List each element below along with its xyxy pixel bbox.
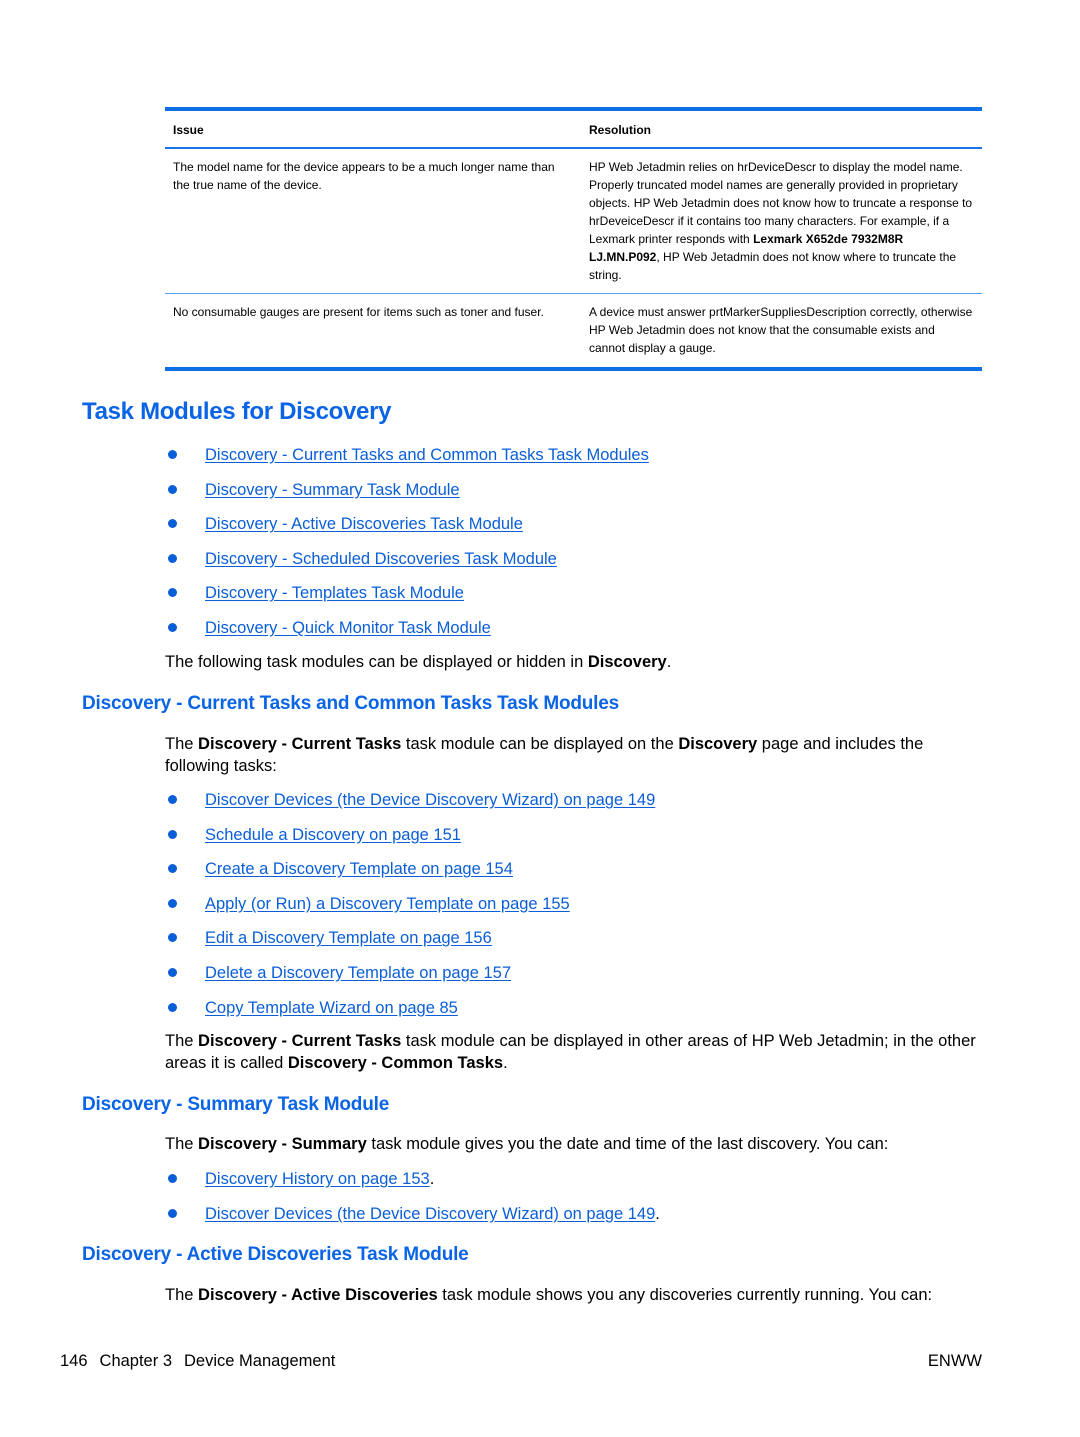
summary-link-list: Discovery History on page 153. Discover …: [165, 1168, 660, 1237]
bold-term: Discovery - Current Tasks: [198, 735, 402, 753]
table-row: The model name for the device appears to…: [165, 148, 982, 294]
list-item: Delete a Discovery Template on page 157: [165, 962, 655, 997]
bullet-icon: [168, 898, 177, 908]
paragraph-current-tasks-outro: The Discovery - Current Tasks task modul…: [165, 1030, 985, 1074]
paragraph-summary-intro: The Discovery - Summary task module give…: [165, 1133, 985, 1155]
bullet-icon: [168, 484, 177, 494]
list-item: Copy Template Wizard on page 85: [165, 997, 655, 1032]
text: The following task modules can be displa…: [165, 653, 588, 671]
link-discover-devices[interactable]: Discover Devices (the Device Discovery W…: [205, 791, 655, 809]
list-item: Discovery - Scheduled Discoveries Task M…: [165, 548, 649, 583]
link-create-template[interactable]: Create a Discovery Template on page 154: [205, 860, 513, 878]
bullet-icon: [168, 450, 177, 459]
text: task module can be displayed on the: [401, 735, 679, 753]
link-discovery-history[interactable]: Discovery History on page 153: [205, 1170, 430, 1188]
link-discover-devices[interactable]: Discover Devices (the Device Discovery W…: [205, 1205, 655, 1223]
text: The: [165, 1135, 199, 1153]
link-summary-module[interactable]: Discovery - Summary Task Module: [205, 481, 460, 499]
chapter-label: Chapter 3: [99, 1352, 172, 1370]
bold-term: Discovery - Active Discoveries: [198, 1286, 438, 1304]
list-item: Discovery - Templates Task Module: [165, 582, 649, 617]
link-apply-template[interactable]: Apply (or Run) a Discovery Template on p…: [205, 895, 570, 913]
link-current-tasks-module[interactable]: Discovery - Current Tasks and Common Tas…: [205, 446, 649, 464]
table-row: No consumable gauges are present for ite…: [165, 293, 982, 369]
bullet-icon: [168, 553, 177, 563]
paragraph-display-hidden: The following task modules can be displa…: [165, 651, 985, 673]
link-copy-template-wizard[interactable]: Copy Template Wizard on page 85: [205, 999, 458, 1017]
list-item: Schedule a Discovery on page 151: [165, 824, 655, 859]
list-item: Create a Discovery Template on page 154: [165, 858, 655, 893]
bullet-icon: [168, 1208, 177, 1218]
link-delete-template[interactable]: Delete a Discovery Template on page 157: [205, 964, 511, 982]
section-heading-task-modules: Task Modules for Discovery: [82, 398, 392, 425]
list-item: Discovery - Active Discoveries Task Modu…: [165, 513, 649, 548]
paragraph-current-tasks-intro: The Discovery - Current Tasks task modul…: [165, 733, 985, 777]
bold-term: Discovery: [587, 653, 667, 671]
issue-resolution-table: Issue Resolution The model name for the …: [165, 107, 982, 371]
bullet-icon: [168, 864, 177, 874]
list-item: Discovery History on page 153.: [165, 1168, 660, 1203]
text: .: [429, 1170, 435, 1188]
footer-left: 146 Chapter 3 Device Management: [60, 1350, 347, 1372]
text: The: [165, 735, 199, 753]
bullet-icon: [168, 622, 177, 632]
bullet-icon: [168, 967, 177, 977]
section-heading-current-tasks: Discovery - Current Tasks and Common Tas…: [82, 693, 619, 714]
list-item: Discover Devices (the Device Discovery W…: [165, 789, 655, 824]
text: task module shows you any discoveries cu…: [437, 1286, 933, 1304]
chapter-title: Device Management: [184, 1352, 336, 1370]
list-item: Discovery - Summary Task Module: [165, 479, 649, 514]
link-schedule-discovery[interactable]: Schedule a Discovery on page 151: [205, 826, 461, 844]
bullet-icon: [168, 829, 177, 839]
text: .: [666, 653, 672, 671]
text: task module gives you the date and time …: [366, 1135, 889, 1153]
link-quick-monitor-module[interactable]: Discovery - Quick Monitor Task Module: [205, 619, 491, 637]
bullet-icon: [168, 1002, 177, 1012]
text: .: [503, 1054, 508, 1072]
bullet-icon: [168, 1174, 177, 1183]
list-item: Edit a Discovery Template on page 156: [165, 927, 655, 962]
bullet-icon: [168, 519, 177, 529]
section-heading-summary: Discovery - Summary Task Module: [82, 1094, 390, 1115]
resolution-cell: HP Web Jetadmin relies on hrDeviceDescr …: [581, 148, 982, 294]
task-module-link-list: Discovery - Current Tasks and Common Tas…: [165, 444, 649, 652]
bullet-icon: [168, 933, 177, 943]
link-edit-template[interactable]: Edit a Discovery Template on page 156: [205, 929, 492, 947]
bold-term: Discovery - Current Tasks: [198, 1032, 402, 1050]
text: .: [655, 1204, 660, 1223]
link-active-discoveries-module[interactable]: Discovery - Active Discoveries Task Modu…: [205, 515, 523, 533]
bold-term: Discovery: [678, 735, 758, 753]
text: The: [165, 1032, 199, 1050]
bullet-icon: [168, 588, 177, 598]
section-heading-active-discoveries: Discovery - Active Discoveries Task Modu…: [82, 1244, 469, 1265]
bullet-icon: [168, 795, 177, 804]
list-item: Discover Devices (the Device Discovery W…: [165, 1203, 660, 1238]
bold-term: Discovery - Common Tasks: [287, 1054, 504, 1072]
page-number: 146: [60, 1352, 88, 1370]
list-item: Discovery - Current Tasks and Common Tas…: [165, 444, 649, 479]
bold-term: Discovery - Summary: [198, 1135, 367, 1153]
column-header-issue: Issue: [165, 109, 581, 149]
text: The: [165, 1286, 199, 1304]
paragraph-active-intro: The Discovery - Active Discoveries task …: [165, 1284, 985, 1306]
issue-cell: No consumable gauges are present for ite…: [165, 293, 581, 369]
link-templates-module[interactable]: Discovery - Templates Task Module: [205, 584, 464, 602]
locale-code: ENWW: [927, 1352, 982, 1370]
list-item: Apply (or Run) a Discovery Template on p…: [165, 893, 655, 928]
page-footer: 146 Chapter 3 Device Management ENWW: [60, 1350, 982, 1372]
issue-cell: The model name for the device appears to…: [173, 160, 555, 192]
current-tasks-link-list: Discover Devices (the Device Discovery W…: [165, 789, 655, 1031]
link-scheduled-discoveries-module[interactable]: Discovery - Scheduled Discoveries Task M…: [205, 550, 557, 568]
resolution-text: A device must answer prtMarkerSuppliesDe…: [589, 305, 973, 355]
column-header-resolution: Resolution: [581, 109, 982, 149]
table-header-row: Issue Resolution: [165, 109, 982, 149]
list-item: Discovery - Quick Monitor Task Module: [165, 617, 649, 652]
resolution-cell: A device must answer prtMarkerSuppliesDe…: [581, 293, 982, 369]
